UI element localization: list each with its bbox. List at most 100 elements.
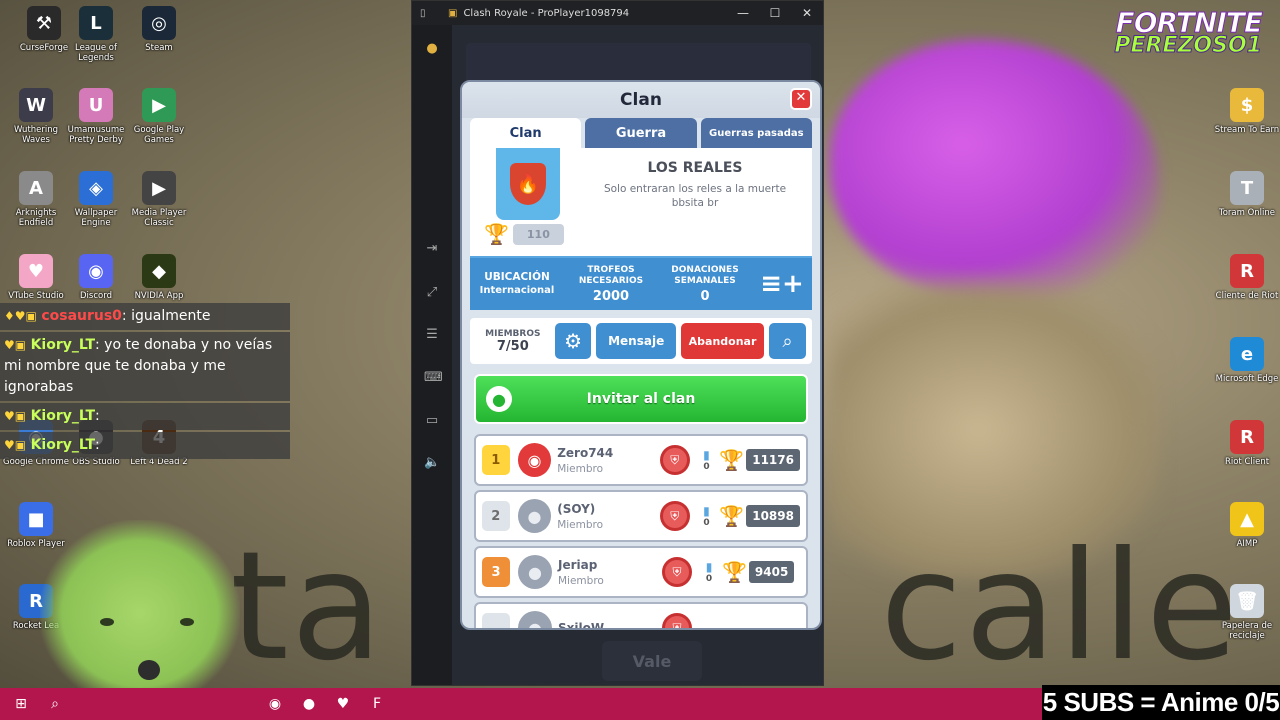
controls-icon[interactable]: ☰ xyxy=(424,327,440,343)
maximize-button[interactable]: ☐ xyxy=(767,6,783,20)
stat-label: DONACIONES SEMANALES xyxy=(671,264,739,286)
app-icon: T xyxy=(1230,171,1264,205)
app-icon: e xyxy=(1230,337,1264,371)
app-icon: $ xyxy=(1230,88,1264,122)
tag-icon[interactable]: ▭ xyxy=(424,413,440,429)
chat-text: : igualmente xyxy=(121,308,211,324)
message-button[interactable]: Mensaje xyxy=(596,323,676,359)
fortnite-logo: FORTNITE PEREZOSO1 xyxy=(1114,6,1264,59)
settings-button[interactable]: ⚙ xyxy=(554,323,592,359)
avatar-mouth-icon xyxy=(138,660,160,680)
arena-badge-icon: ⛨ xyxy=(659,501,690,531)
keyboard-icon[interactable]: ⌨ xyxy=(424,370,443,386)
logo-line2: PEREZOSO1 xyxy=(1114,33,1263,59)
member-row[interactable]: 1 ◉ Zero744 Miembro ⛨ ▮ 0 🏆 11176 xyxy=(474,434,808,486)
desktop-icon[interactable]: ▶ Google Play Games xyxy=(123,88,195,145)
desktop-icon[interactable]: ◈ Wallpaper Engine xyxy=(60,171,132,228)
tab-past-wars[interactable]: Guerras pasadas xyxy=(700,118,812,148)
search-icon: ⌕ xyxy=(782,330,793,352)
volume-icon[interactable]: 🔈 xyxy=(424,455,440,471)
profile-icon[interactable]: ● xyxy=(424,41,440,57)
member-rank: 1 xyxy=(482,445,510,475)
desktop-icon[interactable]: 🗑 Papelera de reciclaje xyxy=(1211,584,1280,641)
desktop-icon[interactable]: ◉ Discord xyxy=(60,254,132,301)
discord-icon[interactable]: ◉ xyxy=(266,695,284,713)
desktop-icon[interactable]: R Riot Client xyxy=(1211,420,1280,467)
windows-start-icon[interactable]: ⊞ xyxy=(12,695,30,713)
chat-message: ♥▣ Kiory_LT: yo te donaba y no veías mi … xyxy=(0,332,290,401)
chat-username: cosaurus0 xyxy=(41,308,122,324)
vtube-studio-icon[interactable]: ♥ xyxy=(334,695,352,713)
app-icon: ◎ xyxy=(142,6,176,40)
member-avatar-icon: ● xyxy=(518,611,552,628)
leave-clan-button[interactable]: Abandonar xyxy=(680,323,765,359)
search-button[interactable]: ⌕ xyxy=(769,323,806,359)
stat-required-trophies: TROFEOS NECESARIOS 2000 xyxy=(564,265,658,304)
member-info: Zero744 Miembro xyxy=(557,446,656,475)
app-icon: ▲ xyxy=(1230,502,1264,536)
avatar-eye-icon xyxy=(180,618,194,626)
clan-options-icon[interactable]: ≡+ xyxy=(752,269,812,299)
chat-message: ♥▣ Kiory_LT: xyxy=(0,432,290,459)
clan-stats: UBICACIÓN Internacional TROFEOS NECESARI… xyxy=(470,256,812,310)
close-window-button[interactable]: ✕ xyxy=(799,6,815,20)
desktop-icon[interactable]: ▲ AIMP xyxy=(1211,502,1280,549)
chat-message: ♦♥▣ cosaurus0: igualmente xyxy=(0,303,290,330)
game-screen[interactable]: Clan ✕ Clan Guerra Guerras pasadas 🔥 🏆 1… xyxy=(452,25,823,685)
desktop-icon-label: Toram Online xyxy=(1218,208,1276,218)
desktop-icon-label: Cliente de Riot xyxy=(1215,291,1279,301)
member-role: Miembro xyxy=(558,574,604,587)
desktop-icon[interactable]: R Cliente de Riot xyxy=(1211,254,1280,301)
search-icon[interactable]: ⌕ xyxy=(46,695,64,713)
gear-icon: ⚙ xyxy=(564,329,582,353)
cards-icon: ▮ xyxy=(703,504,710,518)
app-icon: R xyxy=(1230,254,1264,288)
members-value: 7/50 xyxy=(496,338,529,354)
emulator-window[interactable]: ▯ ▣ Clash Royale - ProPlayer1098794 — ☐ … xyxy=(411,0,824,686)
enter-icon[interactable]: ⇥ xyxy=(424,241,440,257)
tab-clan[interactable]: Clan xyxy=(470,118,582,148)
member-donations: ▮ 0 xyxy=(698,560,720,584)
stat-value: Internacional xyxy=(479,285,555,296)
desktop-icon[interactable]: $ Stream To Earn xyxy=(1211,88,1280,135)
desktop-icon[interactable]: T Toram Online xyxy=(1211,171,1280,218)
member-info: Jeriap Miembro xyxy=(558,558,658,587)
member-row[interactable]: 2 ● (SOY) Miembro ⛨ ▮ 0 🏆 10898 xyxy=(474,490,808,542)
member-donations: ▮ 0 xyxy=(696,504,718,528)
emulator-titlebar[interactable]: ▯ ▣ Clash Royale - ProPlayer1098794 — ☐ … xyxy=(412,1,823,25)
app-icon: ◉ xyxy=(79,254,113,288)
member-avatar-icon: ◉ xyxy=(517,443,552,477)
minimize-button[interactable]: — xyxy=(735,6,751,20)
desktop-icon-label: NVIDIA App xyxy=(134,291,184,301)
desktop-icon[interactable]: ▶ Media Player Classic xyxy=(123,171,195,228)
desktop-icon[interactable]: ◎ Steam xyxy=(123,6,195,53)
fortnite-icon[interactable]: F xyxy=(368,695,386,713)
clan-info-card: 🔥 🏆 110 LOS REALES Solo entraran los rel… xyxy=(470,148,812,256)
desktop-icon[interactable]: L League of Legends xyxy=(60,6,132,63)
desktop-icon-label: AIMP xyxy=(1236,539,1258,549)
flame-icon: 🔥 xyxy=(510,163,546,205)
obs-icon[interactable]: ● xyxy=(300,695,318,713)
subs-goal-banner: 5 SUBS = Anime 0/5 xyxy=(1042,685,1280,720)
desktop-icon[interactable]: U Umamusume Pretty Derby xyxy=(60,88,132,145)
member-row[interactable]: 3 ● Jeriap Miembro ⛨ ▮ 0 🏆 9405 xyxy=(474,546,808,598)
member-role: Miembro xyxy=(557,462,604,475)
sidebar-toggle-icon[interactable]: ▯ xyxy=(420,8,436,19)
member-name: SxiloW xyxy=(558,621,605,630)
tab-war[interactable]: Guerra xyxy=(585,118,697,148)
clan-tabs: Clan Guerra Guerras pasadas xyxy=(462,118,820,148)
app-icon: L xyxy=(79,6,113,40)
fullscreen-icon[interactable]: ⤢ xyxy=(424,285,440,301)
member-info: SxiloW xyxy=(558,621,658,630)
invite-button[interactable]: ● Invitar al clan xyxy=(474,374,808,424)
member-trophies: 10898 xyxy=(746,505,800,527)
close-panel-button[interactable]: ✕ xyxy=(790,88,812,110)
ok-button[interactable]: Vale xyxy=(602,641,702,681)
member-row[interactable]: ● SxiloW ⛨ xyxy=(474,602,808,630)
arena-badge-icon: ⛨ xyxy=(662,557,692,587)
desktop-icon[interactable]: e Microsoft Edge xyxy=(1211,337,1280,384)
member-name: Jeriap xyxy=(558,557,598,572)
panel-title: Clan xyxy=(620,90,662,110)
desktop-icon[interactable]: ◆ NVIDIA App xyxy=(123,254,195,301)
donation-count: 0 xyxy=(703,518,710,528)
